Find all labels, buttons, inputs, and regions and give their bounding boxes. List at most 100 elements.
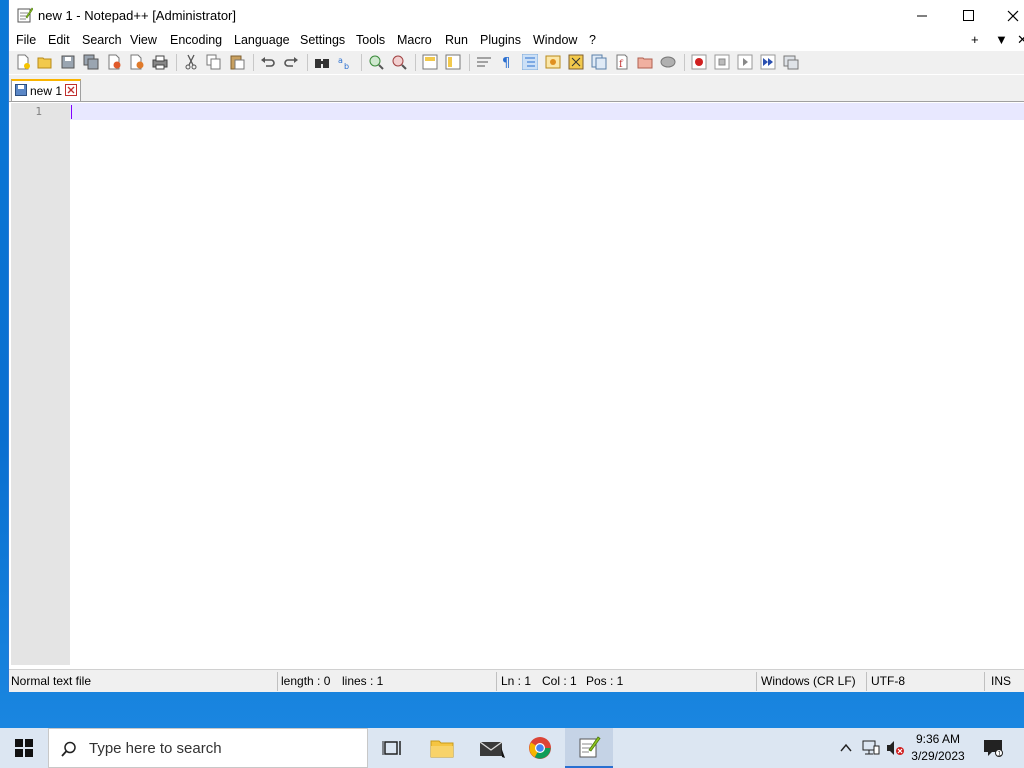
save-macro-icon[interactable] [783,54,799,70]
taskbar-search[interactable]: Type here to search [48,728,368,768]
toolbar-separator [684,54,685,71]
close-window-button[interactable] [990,0,1024,31]
task-view-button[interactable] [368,728,416,768]
paste-icon[interactable] [229,54,245,70]
play-macro-icon[interactable] [737,54,753,70]
svg-text:b: b [344,62,349,70]
menu-help[interactable]: ? [589,33,596,47]
svg-text:a: a [338,56,343,65]
menu-window[interactable]: Window [533,33,577,47]
toolbar-separator [361,54,362,71]
cut-icon[interactable] [183,54,199,70]
status-pos: Pos : 1 [586,674,624,688]
start-button[interactable] [0,728,48,768]
svg-text:1: 1 [998,751,1002,758]
tab-list-button[interactable]: ▼ [995,32,1008,47]
mail-button[interactable] [468,728,516,768]
status-col: Col : 1 [542,674,577,688]
status-lines: lines : 1 [342,674,384,688]
chrome-icon [529,737,551,759]
clock-time: 9:36 AM [915,732,961,746]
sync-horizontal-icon[interactable] [445,54,461,70]
folder-icon[interactable] [637,54,653,70]
menu-language[interactable]: Language [234,33,290,47]
notifications-icon[interactable]: 1 [983,739,1003,760]
notepad-plus-plus-taskbar-button[interactable] [565,728,613,768]
user-defined-language-icon[interactable] [545,54,561,70]
notepad-plus-plus-icon [17,7,34,23]
status-separator [984,672,985,691]
search-placeholder: Type here to search [89,740,222,757]
minimize-icon [917,15,927,16]
text-caret [71,105,72,119]
document-map-icon[interactable] [568,54,584,70]
save-all-icon[interactable] [83,54,99,70]
status-separator [496,672,497,691]
volume-muted-icon[interactable] [886,740,906,759]
menu-file[interactable]: File [16,33,36,47]
status-separator [277,672,278,691]
status-encoding: UTF-8 [871,674,905,688]
file-explorer-button[interactable] [418,728,466,768]
close-file-icon[interactable] [106,54,122,70]
menu-settings[interactable]: Settings [300,33,345,47]
record-macro-icon[interactable] [691,54,707,70]
clock-date: 3/29/2023 [911,749,965,763]
function-list-icon[interactable] [591,54,607,70]
zoom-out-icon[interactable] [391,54,407,70]
save-icon[interactable] [60,54,76,70]
menu-edit[interactable]: Edit [48,33,70,47]
window-title: new 1 - Notepad++ [Administrator] [38,8,236,23]
close-icon[interactable] [65,84,77,96]
tab-label: new 1 [30,84,63,98]
word-wrap-icon[interactable] [476,54,492,70]
run-macro-multiple-icon[interactable] [760,54,776,70]
status-length: length : 0 [281,674,331,688]
menu-run[interactable]: Run [445,33,468,47]
stop-recording-icon[interactable] [714,54,730,70]
chrome-button[interactable] [516,728,564,768]
menu-tools[interactable]: Tools [356,33,385,47]
show-hidden-icons-icon[interactable] [839,741,853,758]
close-tab-button[interactable]: ✕ [1017,32,1024,48]
zoom-in-icon[interactable] [368,54,384,70]
sync-vertical-icon[interactable] [422,54,438,70]
title-bar[interactable]: new 1 - Notepad++ [Administrator] [9,0,1024,31]
copy-icon[interactable] [206,54,222,70]
monitoring-icon[interactable] [660,54,676,70]
toolbar-separator [469,54,470,71]
print-icon[interactable] [152,54,168,70]
toolbar-separator [176,54,177,71]
indent-guide-icon[interactable] [521,53,539,71]
clock[interactable]: 9:36 AM 3/29/2023 [904,731,972,765]
status-separator [756,672,757,691]
tab-new-1[interactable]: new 1 [11,79,81,101]
toolbar-separator [415,54,416,71]
show-all-characters-icon[interactable]: ¶ [499,54,515,71]
network-icon[interactable] [862,740,880,759]
undo-icon[interactable] [260,54,276,70]
notepad-window: new 1 - Notepad++ [Administrator] File E… [8,0,1024,692]
notepad-plus-plus-icon [579,736,601,758]
find-icon[interactable] [314,54,330,70]
menu-view[interactable]: View [130,33,157,47]
replace-icon[interactable]: ab [337,54,353,71]
menu-search[interactable]: Search [82,33,122,47]
toolbar-separator [307,54,308,71]
toolbar: ab ¶ f [9,51,1024,74]
menu-macro[interactable]: Macro [397,33,432,47]
minimize-button[interactable] [899,0,945,31]
new-tab-button[interactable]: + [971,32,979,47]
editor[interactable]: 1 [9,103,1024,665]
close-all-icon[interactable] [129,54,145,70]
menu-encoding[interactable]: Encoding [170,33,222,47]
open-file-icon[interactable] [37,54,53,70]
status-bar: Normal text file length : 0 lines : 1 Ln… [9,669,1024,692]
redo-icon[interactable] [283,54,299,70]
windows-icon [15,739,33,757]
menu-plugins[interactable]: Plugins [480,33,521,47]
new-file-icon[interactable] [15,54,31,70]
maximize-button[interactable] [945,0,991,31]
status-separator [866,672,867,691]
folder-as-workspace-icon[interactable]: f [614,54,630,70]
